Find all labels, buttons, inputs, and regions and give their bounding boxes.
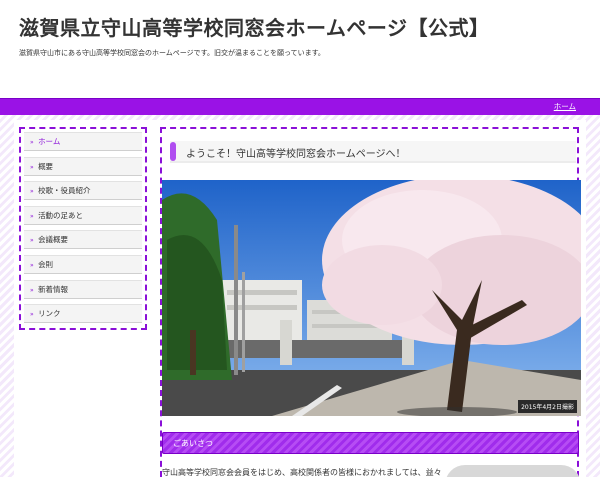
arrow-icon: »	[30, 163, 34, 171]
main-content: ようこそ！守山高等学校同窓会ホームページへ！ 2015年4月2日撮影 ごあいさつ…	[160, 127, 581, 477]
arrow-icon: »	[30, 286, 34, 294]
site-description: 滋賀県守山市にある守山高等学校同窓会のホームページです。旧交が温まることを願って…	[19, 49, 325, 57]
greeting-heading: ごあいさつ	[173, 439, 213, 448]
sidebar-item-home[interactable]: » ホーム	[24, 132, 142, 151]
global-nav-bar: ホーム	[0, 98, 600, 115]
arrow-icon: »	[30, 188, 34, 196]
sidebar-item-label: ホーム	[38, 137, 61, 146]
sidebar-item-label: 活動の足あと	[38, 210, 84, 220]
sidebar-item-label: 会議概要	[38, 235, 69, 245]
sidebar-item-overview[interactable]: » 概要	[24, 156, 142, 176]
sidebar-item-links[interactable]: » リンク	[24, 304, 142, 324]
school-cherry-blossom-photo: 2015年4月2日撮影	[162, 180, 581, 416]
greeting-heading-bar: ごあいさつ	[162, 432, 579, 454]
sidebar-item-label: 新着情報	[38, 284, 69, 294]
photo-caption: 2015年4月2日撮影	[518, 400, 577, 413]
greeting-text: 守山高等学校同窓会会員をはじめ、高校関係者の皆様におかれましては、益々	[162, 468, 442, 477]
arrow-icon: »	[30, 311, 34, 319]
arrow-icon: »	[30, 139, 34, 146]
sidebar-item-school-song[interactable]: » 校歌・役員紹介	[24, 181, 142, 201]
sidebar-item-label: 校歌・役員紹介	[38, 186, 91, 196]
arrow-icon: »	[30, 212, 34, 220]
sidebar-item-label: 概要	[38, 161, 54, 171]
nav-home-link[interactable]: ホーム	[554, 101, 576, 112]
sidebar-item-meeting[interactable]: » 会議概要	[24, 230, 142, 250]
arrow-icon: »	[30, 261, 34, 269]
sidebar-item-label: リンク	[38, 309, 61, 319]
photo-illustration	[162, 180, 581, 416]
site-title[interactable]: 滋賀県立守山高等学校同窓会ホームページ【公式】	[19, 12, 490, 41]
welcome-heading-text: ようこそ！守山高等学校同窓会ホームページへ！	[186, 149, 406, 160]
arrow-icon: »	[30, 237, 34, 245]
heading-accent-bar	[170, 142, 176, 161]
side-image-placeholder	[445, 465, 581, 477]
welcome-heading: ようこそ！守山高等学校同窓会ホームページへ！	[170, 141, 576, 163]
sidebar-item-news[interactable]: » 新着情報	[24, 279, 142, 299]
sidebar-item-rules[interactable]: » 会則	[24, 254, 142, 274]
sidebar-item-label: 会則	[38, 259, 54, 269]
sidebar-menu: » ホーム » 概要 » 校歌・役員紹介 » 活動の足あと » 会議概要 » 会…	[19, 127, 147, 330]
site-header: 滋賀県立守山高等学校同窓会ホームページ【公式】 滋賀県守山市にある守山高等学校同…	[0, 0, 600, 98]
sidebar-item-activities[interactable]: » 活動の足あと	[24, 205, 142, 225]
